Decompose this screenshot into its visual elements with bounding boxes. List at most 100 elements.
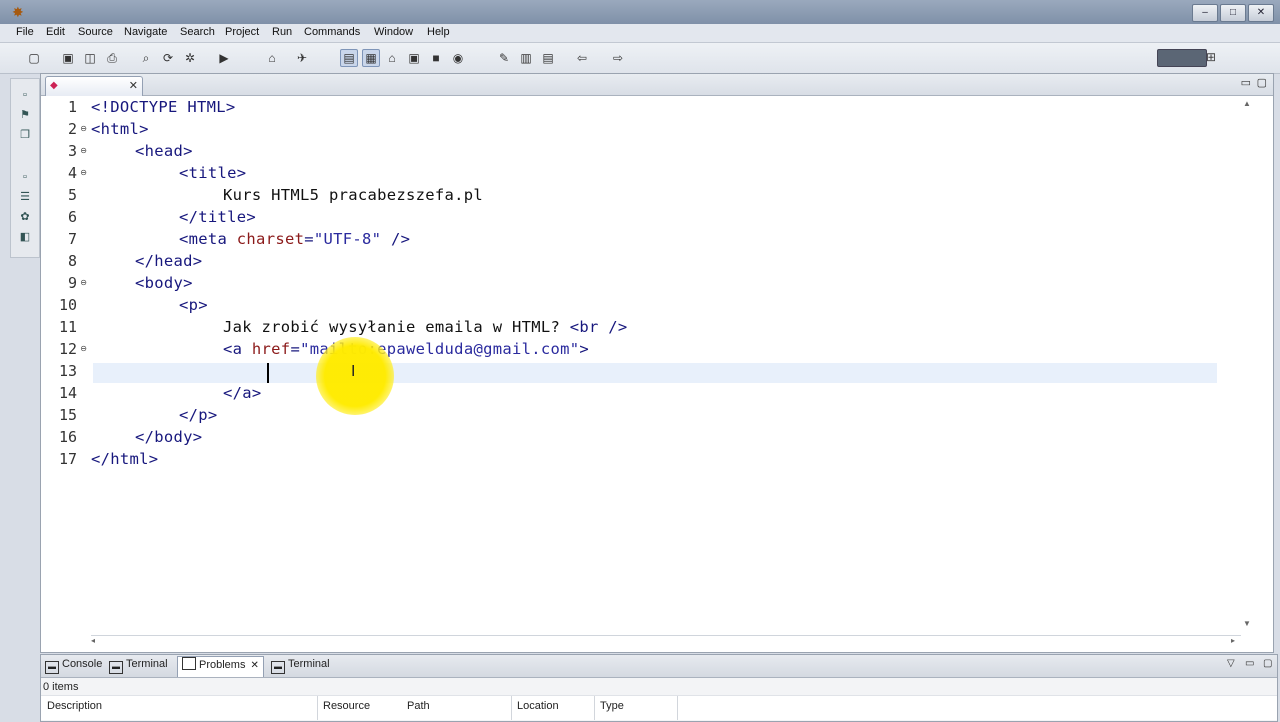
terminal-icon: ▬ [109,661,123,674]
restore-icon[interactable]: ▫ [17,87,33,103]
open-folder-icon[interactable]: ⌂ [264,50,280,66]
menu-search[interactable]: Search [180,26,215,38]
maximize-button[interactable]: □ [1220,4,1246,22]
code-line-2: <html> [91,118,149,140]
code-line-6: </title> [179,206,256,228]
forward-icon[interactable]: ⇨ [610,50,626,66]
pen-icon[interactable]: ✎ [496,50,512,66]
ibeam-cursor-icon: I [351,362,356,380]
search-files-icon[interactable]: ⌕ [138,50,154,66]
perspective-button[interactable] [1157,49,1207,67]
fold-icon[interactable]: ⊖ [80,146,87,155]
scroll-left-icon[interactable]: ◂ [91,636,95,645]
line-number: 14 [58,384,77,402]
menu-navigate[interactable]: Navigate [124,26,167,38]
minimize-button[interactable]: – [1192,4,1218,22]
close-button[interactable]: ✕ [1248,4,1274,22]
minimize-icon[interactable]: ▭ [1241,76,1251,89]
horizontal-scrollbar[interactable]: ◂ ▸ [91,635,1241,646]
maximize-icon[interactable]: ▢ [1263,658,1272,669]
refresh-icon[interactable]: ⟳ [160,50,176,66]
save-all-icon[interactable]: ◫ [82,50,98,66]
menu-commands[interactable]: Commands [304,26,360,38]
palette-icon[interactable]: ◧ [17,229,33,245]
code-line-14: </a> [223,382,262,404]
column-path[interactable]: Path [407,700,430,712]
home-icon[interactable]: ⌂ [384,50,400,66]
tab-problems[interactable]: Problems ✕ [177,656,264,677]
scroll-up-icon[interactable]: ▲ [1243,99,1251,108]
view-menu-icon[interactable]: ▽ [1227,658,1235,669]
scroll-down-icon[interactable]: ▼ [1243,619,1251,628]
vertical-scrollbar[interactable]: ▲ ▼ [1243,99,1255,639]
menu-run[interactable]: Run [272,26,292,38]
head-close-tag: </head> [135,252,203,270]
save-icon[interactable]: ▣ [60,50,76,66]
menu-help[interactable]: Help [427,26,450,38]
tab-terminal[interactable]: ▬ Terminal [109,658,168,674]
window-icon[interactable]: ■ [428,50,444,66]
close-icon[interactable]: ✕ [129,79,138,92]
fold-icon[interactable]: ⊖ [80,168,87,177]
tab-label: Terminal [126,658,168,670]
image-icon[interactable]: ▣ [406,50,422,66]
left-trim-bar: ▫ ⚑ ❐ ▫ ☰ ✿ ◧ [10,78,40,258]
line-number: 7 [67,230,77,248]
menu-window[interactable]: Window [374,26,413,38]
bottom-tab-strip: ▬ Console ▬ Terminal Problems ✕ ▬ Terminal ▽… [41,655,1277,678]
column-divider[interactable] [317,696,318,720]
run-icon[interactable]: ▶ [216,50,232,66]
debug-icon[interactable]: ✲ [182,50,198,66]
line-number: 11 [58,318,77,336]
open-perspective-icon[interactable]: ⊞ [1206,49,1220,65]
column-description[interactable]: Description [47,700,102,712]
snippets-icon[interactable]: ✿ [17,209,33,225]
project-explorer-icon[interactable]: ⚑ [17,107,33,123]
new-icon[interactable]: ▢ [26,50,42,66]
tab-label: Console [62,658,103,670]
code-area[interactable]: <!DOCTYPE HTML> <html> <head> <title> Ku… [91,96,1241,636]
column-type[interactable]: Type [600,700,624,712]
close-icon[interactable]: ✕ [250,660,258,671]
column-resource[interactable]: Resource [323,700,370,712]
menu-project[interactable]: Project [225,26,259,38]
maximize-icon[interactable]: ▢ [1257,76,1267,89]
body-open-tag: <body> [135,274,193,292]
back-icon[interactable]: ⇦ [574,50,590,66]
fold-icon[interactable]: ⊖ [80,278,87,287]
document-icon[interactable]: ▤ [540,50,556,66]
menu-source[interactable]: Source [78,26,113,38]
minimize-icon[interactable]: ▭ [1245,658,1254,669]
code-line-1: <!DOCTYPE HTML> [91,96,235,118]
menu-edit[interactable]: Edit [46,26,65,38]
code-line-15: </p> [179,404,218,426]
anchor-close-tag: </a> [223,384,262,402]
restore-icon[interactable]: ▫ [17,169,33,185]
editor-area: ◆ ✕ ▭ ▢ 1 2 ⊖ 3 ⊖ 4 ⊖ 5 6 7 8 9 ⊖ 10 11 … [40,73,1274,653]
outline-icon[interactable]: ☰ [17,189,33,205]
fold-icon[interactable]: ⊖ [80,124,87,133]
column-location[interactable]: Location [517,700,559,712]
column-divider[interactable] [677,696,678,720]
line-number: 3 [67,142,77,160]
menu-file[interactable]: File [16,26,34,38]
code-line-16: </body> [135,426,202,448]
tab-terminal-2[interactable]: ▬ Terminal [271,658,330,674]
column-divider[interactable] [511,696,512,720]
launch-icon[interactable]: ✈ [294,50,310,66]
table-icon[interactable]: ▥ [518,50,534,66]
fold-icon[interactable]: ⊖ [80,344,87,353]
title-text: Kurs HTML5 pracabezszefa.pl [223,186,484,204]
scroll-right-icon[interactable]: ▸ [1231,636,1235,645]
tab-console[interactable]: ▬ Console [45,658,102,674]
line-number: 17 [58,450,77,468]
color-icon[interactable]: ◉ [450,50,466,66]
line-number: 12 [58,340,77,358]
preview-icon[interactable]: ▦ [362,49,380,67]
equals-sign: = [290,340,301,358]
print-icon[interactable]: ⎙ [104,50,120,66]
layout-icon[interactable]: ▤ [340,49,358,67]
editor-tab[interactable]: ◆ ✕ [45,76,143,96]
column-divider[interactable] [594,696,595,720]
files-icon[interactable]: ❐ [17,127,33,143]
